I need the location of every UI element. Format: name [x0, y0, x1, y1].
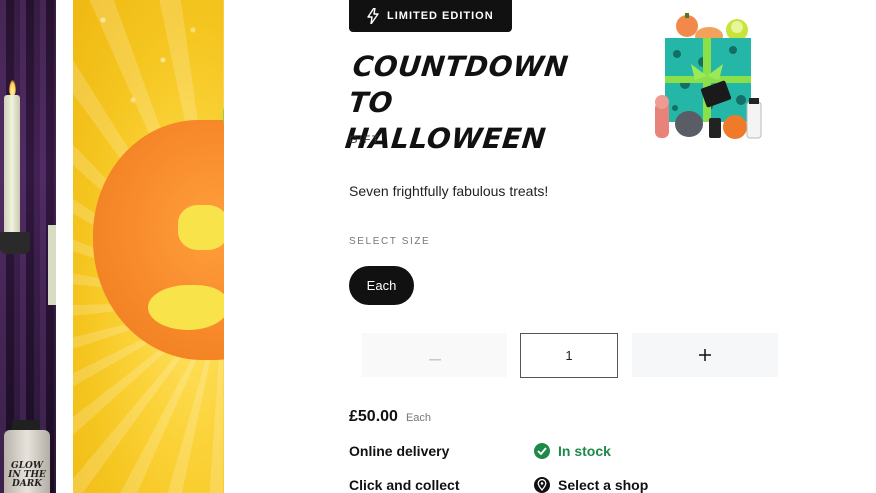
bottle-label: GLOW IN THE DARK: [8, 461, 46, 489]
price-block: £50.00 Each: [349, 408, 431, 426]
stock-status: In stock: [534, 443, 611, 459]
fizz-bubbles: [73, 0, 224, 140]
price-value: £50.00: [349, 408, 398, 425]
online-delivery-label: Online delivery: [349, 443, 450, 459]
check-circle-icon: [534, 443, 550, 459]
minus-icon: [428, 345, 441, 366]
product-thumbnail[interactable]: [645, 10, 770, 145]
candle-holder: [0, 232, 30, 254]
limited-edition-badge: LIMITED EDITION: [349, 0, 512, 32]
pumpkin-eye: [178, 205, 224, 250]
product-description: Seven frightfully fabulous treats!: [349, 183, 549, 199]
size-option-each[interactable]: Each: [349, 266, 414, 305]
candle-flame: [9, 80, 16, 96]
price-unit: Each: [405, 412, 432, 424]
select-shop-link[interactable]: Select a shop: [534, 477, 648, 493]
select-shop-text: Select a shop: [558, 477, 649, 493]
badge-label: LIMITED EDITION: [387, 10, 494, 22]
location-pin-icon: [534, 477, 550, 493]
candle-secondary: [48, 225, 56, 305]
product-category: GIFT: [349, 134, 381, 146]
product-title: COUNTDOWN TO HALLOWEEN: [343, 50, 571, 155]
candle: [4, 95, 20, 235]
plus-icon: [699, 345, 711, 366]
product-image-bath-bomb[interactable]: [73, 0, 224, 493]
pumpkin-mouth: [148, 285, 224, 330]
quantity-increase-button[interactable]: [632, 333, 778, 377]
quantity-decrease-button[interactable]: [362, 333, 507, 377]
stock-status-text: In stock: [558, 443, 611, 459]
select-size-label: SELECT SIZE: [349, 236, 431, 247]
product-image-candles[interactable]: GLOW IN THE DARK: [0, 0, 56, 493]
quantity-input[interactable]: 1: [520, 333, 618, 378]
lightning-icon: [367, 8, 379, 24]
click-and-collect-label: Click and collect: [349, 477, 460, 493]
